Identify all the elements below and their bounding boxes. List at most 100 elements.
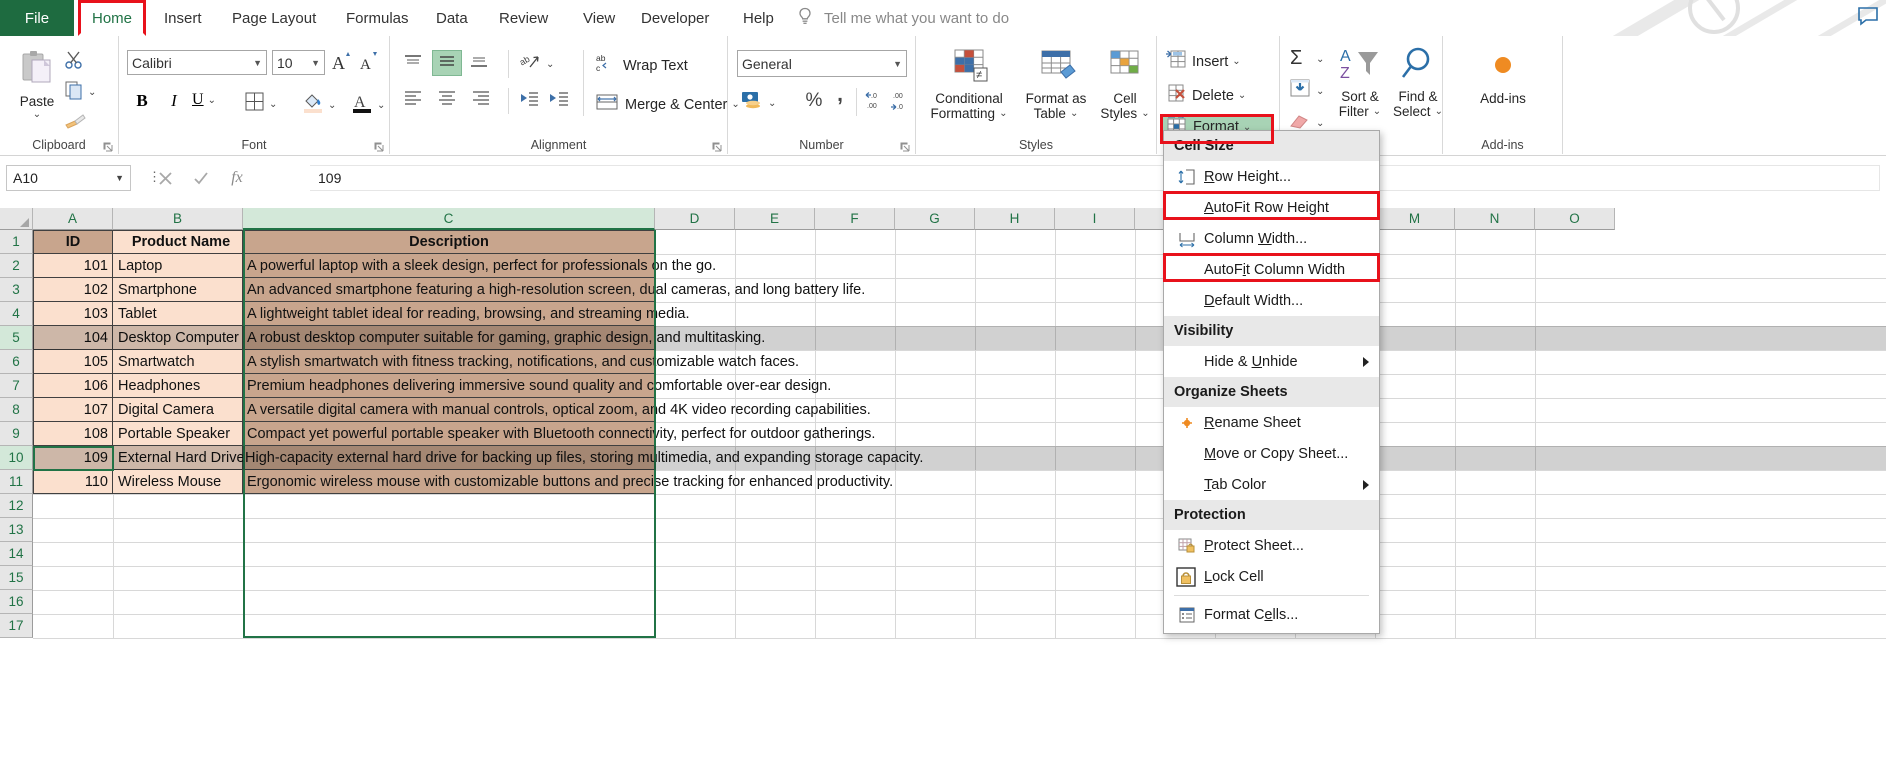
increase-decimal-button[interactable]: .0 .00: [862, 90, 886, 117]
align-top-button[interactable]: [402, 52, 424, 77]
fill-button[interactable]: ⌄: [1288, 78, 1324, 105]
row-header-6[interactable]: 6: [0, 350, 33, 374]
column-header-F[interactable]: F: [815, 208, 895, 230]
borders-chevron-down-icon[interactable]: ⌄: [269, 99, 277, 110]
menu-item-format-cells[interactable]: Format Cells...: [1164, 599, 1379, 630]
select-all-corner[interactable]: [0, 208, 33, 230]
orientation-button[interactable]: ab ⌄: [518, 50, 555, 79]
paste-button[interactable]: Paste ⌄: [10, 50, 64, 120]
row-header-16[interactable]: 16: [0, 590, 33, 614]
column-header-H[interactable]: H: [975, 208, 1055, 230]
tab-home[interactable]: Home: [78, 0, 146, 36]
row-header-4[interactable]: 4: [0, 302, 33, 326]
autosum-chevron-down-icon[interactable]: ⌄: [1316, 54, 1324, 65]
percent-style-button[interactable]: %: [803, 90, 825, 112]
font-dialog-launcher[interactable]: [374, 140, 385, 152]
tab-formulas[interactable]: Formulas: [334, 0, 421, 36]
copy-chevron-down-icon[interactable]: ⌄: [88, 87, 96, 98]
clear-chevron-down-icon[interactable]: ⌄: [1316, 118, 1324, 129]
comments-icon[interactable]: [1856, 4, 1880, 28]
cell-styles-chevron-down-icon[interactable]: ⌄: [1141, 106, 1149, 121]
add-ins-button[interactable]: Add-ins: [1465, 52, 1541, 106]
format-painter-button[interactable]: [64, 112, 86, 135]
row-header-5[interactable]: 5: [0, 326, 33, 350]
delete-chevron-down-icon[interactable]: ⌄: [1238, 90, 1246, 101]
insert-chevron-down-icon[interactable]: ⌄: [1232, 56, 1240, 67]
row-header-13[interactable]: 13: [0, 518, 33, 542]
menu-item-tab-color[interactable]: Tab Color: [1164, 469, 1379, 500]
format-as-table-chevron-down-icon[interactable]: ⌄: [1070, 106, 1078, 121]
menu-item-row-height[interactable]: Row Height...: [1164, 161, 1379, 192]
column-header-O[interactable]: O: [1535, 208, 1615, 230]
name-box[interactable]: A10 ▼: [6, 165, 131, 191]
bold-button[interactable]: B: [129, 91, 155, 111]
tab-data[interactable]: Data: [424, 0, 480, 36]
tab-insert[interactable]: Insert: [152, 0, 214, 36]
decrease-decimal-button[interactable]: .00 .0: [888, 90, 912, 117]
align-middle-button[interactable]: [432, 50, 462, 76]
font-size-chevron-down-icon[interactable]: ▼: [311, 58, 320, 68]
row-header-2[interactable]: 2: [0, 254, 33, 278]
menu-item-protect-sheet[interactable]: Protect Sheet...: [1164, 530, 1379, 561]
row-header-3[interactable]: 3: [0, 278, 33, 302]
tab-review[interactable]: Review: [487, 0, 560, 36]
row-header-11[interactable]: 11: [0, 470, 33, 494]
tab-view[interactable]: View: [571, 0, 627, 36]
row-header-8[interactable]: 8: [0, 398, 33, 422]
row-header-10[interactable]: 10: [0, 446, 33, 470]
font-family-select[interactable]: Calibri ▼: [127, 50, 267, 75]
font-color-chevron-down-icon[interactable]: ⌄: [377, 100, 385, 111]
tab-file[interactable]: File: [0, 0, 74, 36]
copy-button[interactable]: ⌄: [64, 80, 96, 105]
insert-function-button[interactable]: fx: [219, 165, 255, 191]
number-dialog-launcher[interactable]: [900, 140, 911, 152]
row-header-1[interactable]: 1: [0, 230, 33, 254]
insert-cells-button[interactable]: Insert ⌄: [1165, 48, 1241, 75]
align-center-button[interactable]: [436, 88, 458, 113]
paste-chevron-down-icon[interactable]: ⌄: [33, 109, 41, 120]
find-select-chevron-down-icon[interactable]: ⌄: [1435, 104, 1443, 119]
orientation-chevron-down-icon[interactable]: ⌄: [546, 59, 554, 70]
tab-page-layout[interactable]: Page Layout: [220, 0, 328, 36]
number-format-chevron-down-icon[interactable]: ▼: [893, 59, 902, 69]
column-header-D[interactable]: D: [655, 208, 735, 230]
sort-filter-button[interactable]: A Z Sort & Filter ⌄: [1332, 44, 1388, 119]
align-right-button[interactable]: [470, 88, 492, 113]
clipboard-dialog-launcher[interactable]: [103, 140, 114, 152]
column-header-M[interactable]: M: [1375, 208, 1455, 230]
font-color-button[interactable]: A ⌄: [351, 91, 385, 120]
tell-me-search[interactable]: Tell me what you want to do: [796, 0, 1009, 36]
menu-item-hide-unhide[interactable]: Hide & Unhide: [1164, 346, 1379, 377]
conditional-formatting-button[interactable]: ≠ Conditional Formatting ⌄: [922, 48, 1016, 121]
column-header-E[interactable]: E: [735, 208, 815, 230]
menu-item-lock-cell[interactable]: Lock Cell: [1164, 561, 1379, 592]
column-header-C[interactable]: C: [243, 208, 655, 230]
font-size-select[interactable]: 10 ▼: [272, 50, 325, 75]
column-header-G[interactable]: G: [895, 208, 975, 230]
conditional-formatting-chevron-down-icon[interactable]: ⌄: [999, 106, 1007, 121]
row-header-9[interactable]: 9: [0, 422, 33, 446]
delete-cells-button[interactable]: Delete ⌄: [1165, 82, 1246, 109]
accounting-format-button[interactable]: ⌄: [740, 90, 776, 117]
column-header-B[interactable]: B: [113, 208, 243, 230]
menu-item-column-width[interactable]: Column Width...: [1164, 223, 1379, 254]
comma-style-button[interactable]: ,: [831, 84, 849, 105]
column-header-A[interactable]: A: [33, 208, 113, 230]
row-header-14[interactable]: 14: [0, 542, 33, 566]
decrease-font-size-button[interactable]: A: [359, 50, 381, 79]
alignment-dialog-launcher[interactable]: [712, 140, 723, 152]
row-header-17[interactable]: 17: [0, 614, 33, 638]
menu-item-default-width[interactable]: Default Width...: [1164, 285, 1379, 316]
sort-filter-chevron-down-icon[interactable]: ⌄: [1373, 104, 1381, 119]
format-as-table-button[interactable]: Format as Table ⌄: [1020, 48, 1092, 121]
formula-input[interactable]: 109: [310, 165, 1880, 191]
tab-help[interactable]: Help: [731, 0, 786, 36]
row-header-15[interactable]: 15: [0, 566, 33, 590]
increase-indent-button[interactable]: [548, 88, 570, 113]
accounting-chevron-down-icon[interactable]: ⌄: [768, 98, 776, 109]
borders-button[interactable]: ⌄: [244, 91, 277, 117]
align-left-button[interactable]: [402, 88, 424, 113]
fill-chevron-down-icon[interactable]: ⌄: [1316, 86, 1324, 97]
enter-button[interactable]: [183, 165, 219, 191]
menu-item-rename-sheet[interactable]: Rename Sheet: [1164, 407, 1379, 438]
